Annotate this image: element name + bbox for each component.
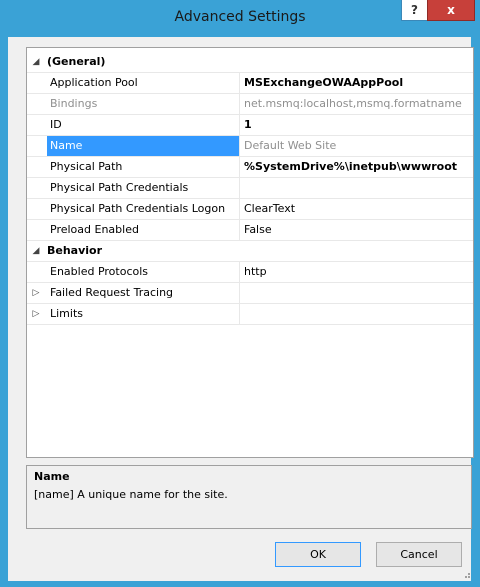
category-general[interactable]: ◢ (General) bbox=[27, 52, 473, 73]
property-value[interactable]: False bbox=[240, 220, 473, 240]
property-name: Limits bbox=[50, 307, 83, 320]
property-grid[interactable]: ◢ (General) Application Pool MSExchangeO… bbox=[26, 47, 474, 458]
property-value[interactable]: ClearText bbox=[240, 199, 473, 219]
property-value[interactable] bbox=[240, 178, 473, 198]
property-name: Application Pool bbox=[50, 76, 138, 89]
property-row-bindings[interactable]: Bindings net.msmq:localhost,msmq.formatn… bbox=[27, 94, 473, 115]
property-name: Physical Path Credentials bbox=[50, 181, 189, 194]
property-value[interactable]: 1 bbox=[240, 115, 473, 135]
property-row-enabled-protocols[interactable]: Enabled Protocols http bbox=[27, 262, 473, 283]
close-button[interactable]: x bbox=[427, 0, 475, 21]
property-value[interactable]: %SystemDrive%\inetpub\wwwroot bbox=[240, 157, 473, 177]
property-name: Failed Request Tracing bbox=[50, 286, 174, 299]
property-row-physical-path-credentials[interactable]: Physical Path Credentials bbox=[27, 178, 473, 199]
property-name: Physical Path Credentials Logon bbox=[50, 202, 226, 215]
expand-icon[interactable]: ▷ bbox=[27, 283, 45, 303]
ok-button[interactable]: OK bbox=[275, 542, 361, 567]
description-text: [name] A unique name for the site. bbox=[34, 488, 228, 501]
property-name: Bindings bbox=[50, 97, 98, 110]
advanced-settings-window: Advanced Settings ? x ◢ (General) Applic… bbox=[0, 0, 480, 587]
resize-grip-icon[interactable] bbox=[462, 570, 470, 578]
help-button[interactable]: ? bbox=[401, 0, 428, 21]
property-row-failed-request-tracing[interactable]: ▷ Failed Request Tracing bbox=[27, 283, 473, 304]
description-panel: Name [name] A unique name for the site. bbox=[26, 465, 472, 529]
property-value[interactable] bbox=[240, 304, 473, 324]
property-name: Preload Enabled bbox=[50, 223, 139, 236]
collapse-icon[interactable]: ◢ bbox=[27, 52, 45, 72]
property-value[interactable] bbox=[240, 283, 473, 303]
property-row-id[interactable]: ID 1 bbox=[27, 115, 473, 136]
property-value[interactable]: net.msmq:localhost,msmq.formatname bbox=[240, 94, 473, 114]
property-row-physical-path-credentials-logon[interactable]: Physical Path Credentials Logon ClearTex… bbox=[27, 199, 473, 220]
property-row-limits[interactable]: ▷ Limits bbox=[27, 304, 473, 325]
title-bar[interactable]: Advanced Settings ? x bbox=[0, 0, 480, 36]
property-name: Enabled Protocols bbox=[50, 265, 149, 278]
category-label: Behavior bbox=[47, 244, 103, 257]
property-row-application-pool[interactable]: Application Pool MSExchangeOWAAppPool bbox=[27, 73, 473, 94]
category-label: (General) bbox=[47, 55, 106, 68]
expand-icon[interactable]: ▷ bbox=[27, 304, 45, 324]
property-row-physical-path[interactable]: Physical Path %SystemDrive%\inetpub\wwwr… bbox=[27, 157, 473, 178]
category-behavior[interactable]: ◢ Behavior bbox=[27, 241, 473, 262]
property-row-preload-enabled[interactable]: Preload Enabled False bbox=[27, 220, 473, 241]
cancel-button[interactable]: Cancel bbox=[376, 542, 462, 567]
property-name: ID bbox=[50, 118, 62, 131]
description-title: Name bbox=[34, 470, 70, 483]
collapse-icon[interactable]: ◢ bbox=[27, 241, 45, 261]
property-value[interactable]: Default Web Site bbox=[240, 136, 473, 156]
property-name: Name bbox=[47, 136, 239, 156]
property-row-name[interactable]: Name Default Web Site bbox=[27, 136, 473, 157]
property-value[interactable]: http bbox=[240, 262, 473, 282]
property-value[interactable]: MSExchangeOWAAppPool bbox=[240, 73, 473, 93]
property-name: Physical Path bbox=[50, 160, 123, 173]
